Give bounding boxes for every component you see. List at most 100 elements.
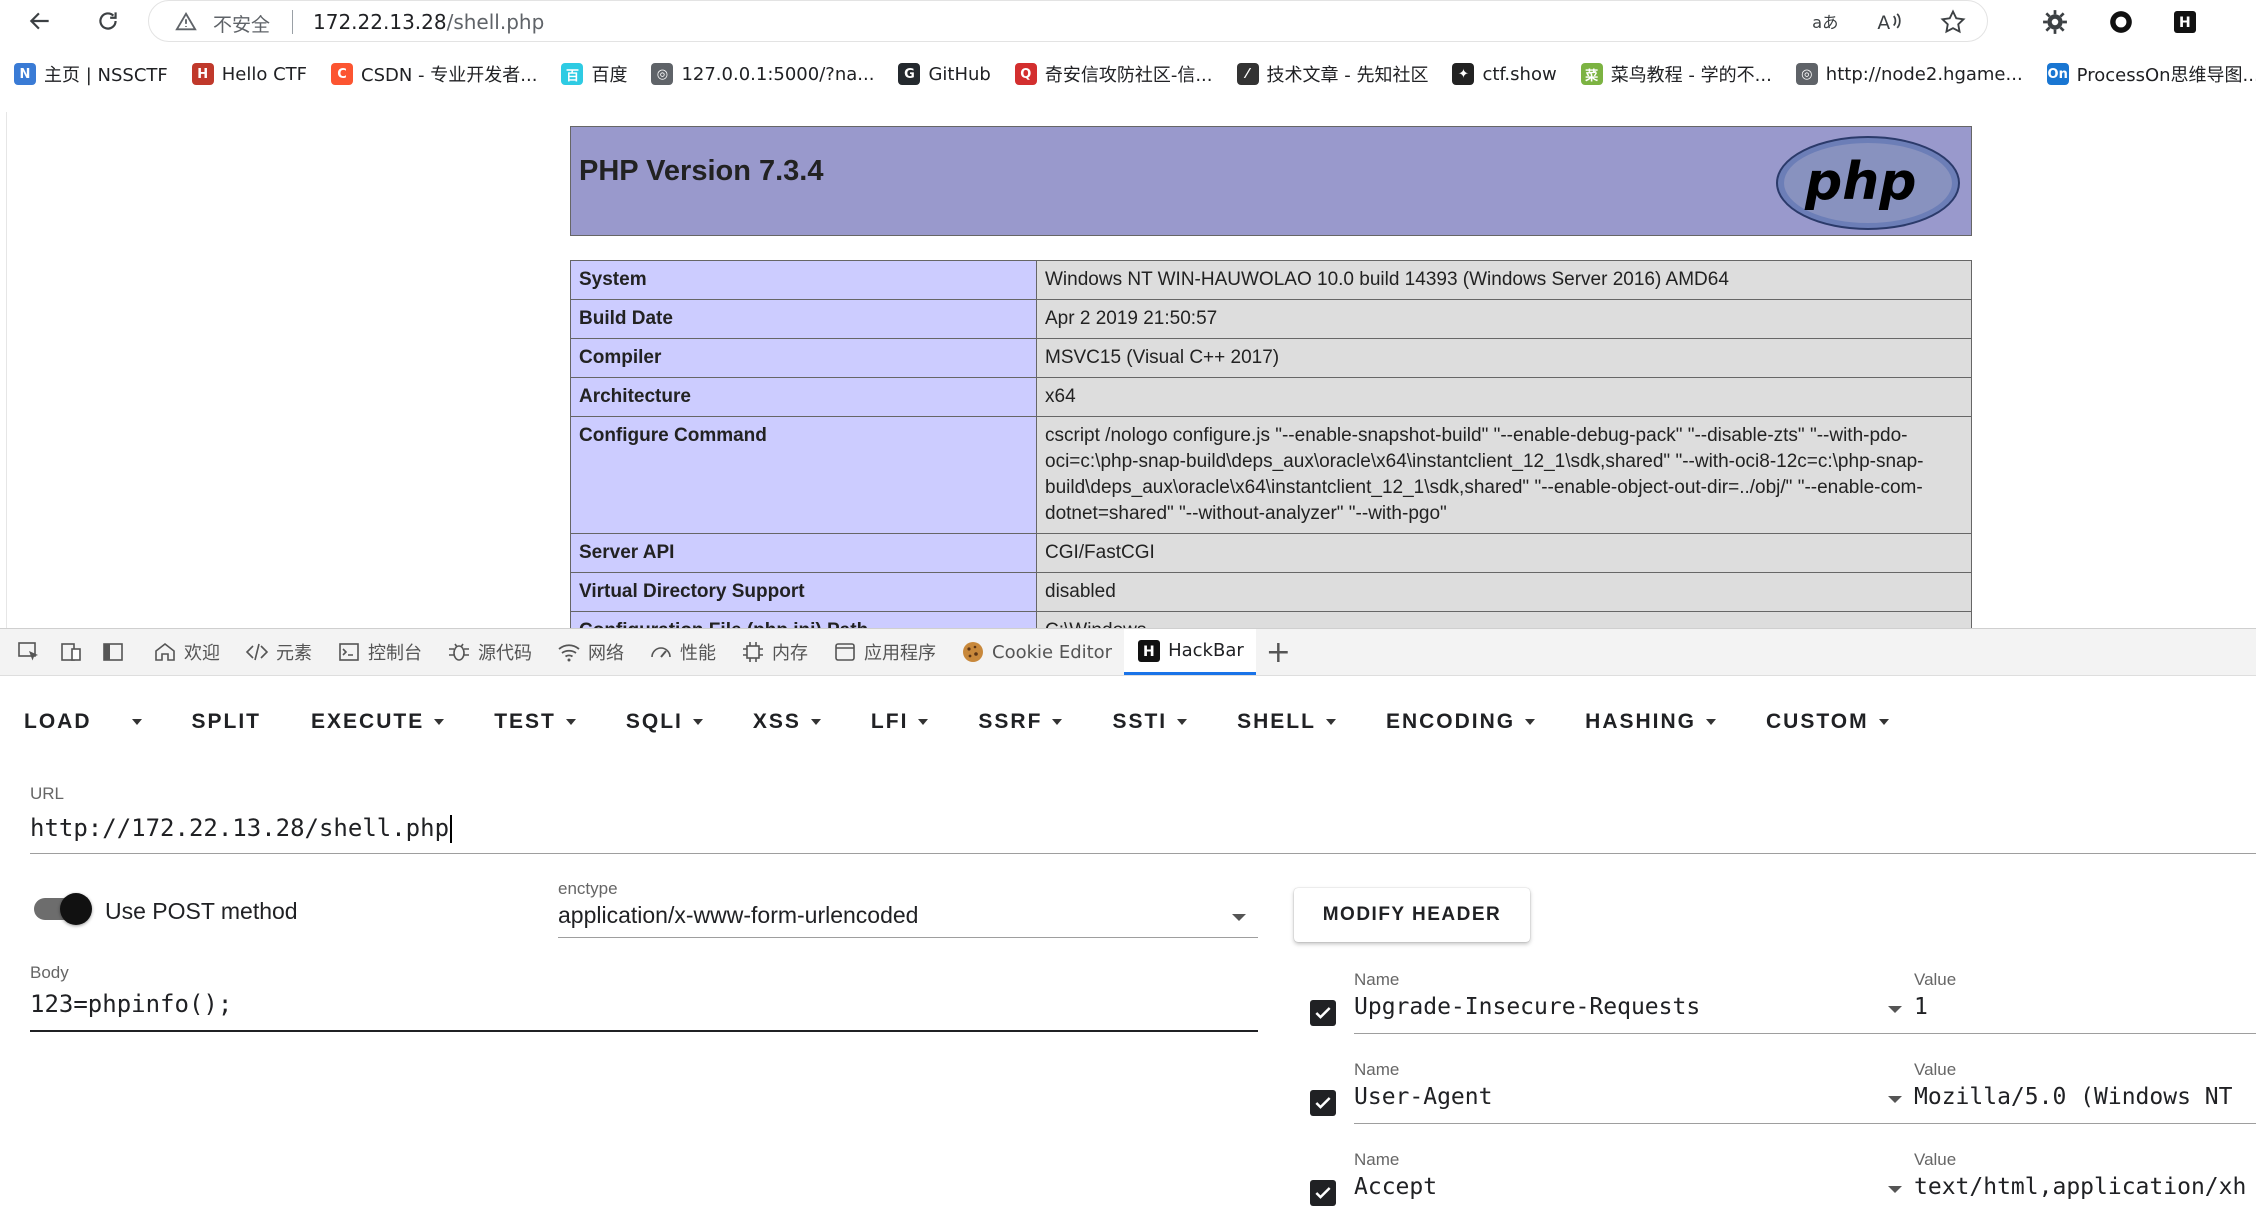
load-button[interactable]: LOAD	[24, 710, 92, 734]
bookmark-label: http://node2.hgame...	[1825, 63, 2023, 85]
arrow-left-icon	[29, 12, 49, 30]
check-icon	[1315, 1097, 1331, 1109]
header-enabled-checkbox[interactable]	[1310, 1180, 1336, 1206]
address-bar[interactable]: 不安全 172.22.13.28/shell.php aあ A	[148, 0, 1988, 42]
devtools-tab[interactable]: 性能	[636, 629, 728, 675]
globe-icon: ◎	[1795, 63, 1818, 85]
header-name-select[interactable]: User-Agent	[1354, 1084, 1914, 1124]
devtools-tab[interactable]: Cookie Editor	[948, 629, 1124, 675]
caret-down-icon	[565, 719, 576, 725]
xianzhi-icon: ⁄	[1236, 63, 1259, 85]
bookmark-item[interactable]: On ProcessOn思维导图...	[2046, 61, 2256, 87]
load-dropdown-icon[interactable]	[131, 719, 142, 725]
hackbar-extension-icon: H	[2174, 11, 2196, 33]
devtools-tab-label: Cookie Editor	[992, 641, 1113, 663]
phpinfo-key: Server API	[570, 533, 1037, 573]
hackbar-menu-item[interactable]: SSRF	[978, 710, 1063, 734]
header-enabled-checkbox[interactable]	[1310, 1090, 1336, 1116]
devtools-tab[interactable]: 控制台	[324, 629, 434, 675]
header-name-value: User-Agent	[1354, 1084, 1493, 1110]
devtools-tab[interactable]: 源代码	[434, 629, 544, 675]
back-button[interactable]	[22, 3, 58, 39]
circle-extension-icon	[2110, 11, 2132, 33]
dock-side-button[interactable]	[98, 637, 128, 667]
php-logo[interactable]: php	[1775, 135, 1961, 231]
hackbar-menu-item[interactable]: SHELL	[1237, 710, 1336, 734]
body-input[interactable]: 123=phpinfo();	[30, 990, 1258, 1032]
url-input[interactable]: http://172.22.13.28/shell.php	[30, 810, 2256, 854]
chevron-down-icon	[1888, 1096, 1902, 1103]
header-name-value: Accept	[1354, 1174, 1438, 1200]
table-row: Configuration File (php.ini) PathC:\Wind…	[570, 611, 1972, 628]
bookmark-item[interactable]: ◎ http://node2.hgame...	[1795, 63, 2023, 85]
bookmark-item[interactable]: ✦ ctf.show	[1452, 63, 1557, 85]
header-enabled-checkbox[interactable]	[1310, 1000, 1336, 1026]
url-input-value: http://172.22.13.28/shell.php	[30, 814, 450, 842]
check-icon	[1315, 1007, 1331, 1019]
bookmark-item[interactable]: H Hello CTF	[191, 63, 307, 85]
hackbar-menu-item[interactable]: EXECUTE	[311, 710, 445, 734]
header-value-input[interactable]: text/html,application/xh	[1914, 1174, 2256, 1212]
caret-down-icon	[1325, 719, 1336, 725]
toggle-knob[interactable]	[60, 893, 92, 925]
extension-gear-button[interactable]	[2040, 7, 2070, 37]
bookmark-item[interactable]: Q 奇安信攻防社区-信...	[1014, 61, 1213, 87]
bookmark-item[interactable]: G GitHub	[898, 63, 991, 85]
bookmark-item[interactable]: 菜菜鸟教程 - 学的不...	[1580, 61, 1772, 87]
devtools-tab-label: 性能	[680, 643, 716, 664]
devtools-tab-label: 网络	[588, 643, 624, 664]
header-value-input[interactable]: Mozilla/5.0 (Windows NT	[1914, 1084, 2256, 1124]
devtools-tab-label: 应用程序	[864, 643, 936, 664]
header-name-value: Upgrade-Insecure-Requests	[1354, 994, 1701, 1020]
bookmark-item[interactable]: 百百度	[561, 61, 627, 87]
plus-icon[interactable]: +	[1266, 635, 1291, 670]
hackbar-menu-item[interactable]: XSS	[753, 710, 821, 734]
warning-icon	[175, 11, 197, 31]
phpinfo-value: Apr 2 2019 21:50:57	[1036, 299, 1972, 339]
devtools-tab[interactable]: 网络	[544, 629, 636, 675]
devtools-tab[interactable]: 欢迎	[140, 629, 232, 675]
bookmark-item[interactable]: C CSDN - 专业开发者...	[331, 61, 537, 87]
bookmark-item[interactable]: ⁄ 技术文章 - 先知社区	[1236, 61, 1428, 87]
star-icon[interactable]	[1939, 8, 1967, 36]
devtools-tab[interactable]: 应用程序	[820, 629, 948, 675]
hackbar-menu-item[interactable]: SSTI	[1112, 710, 1188, 734]
device-emulation-button[interactable]	[56, 637, 86, 667]
hackbar-menu-item[interactable]: TEST	[494, 710, 576, 734]
post-method-label: Use POST method	[105, 898, 298, 924]
header-name-select[interactable]: Upgrade-Insecure-Requests	[1354, 994, 1914, 1034]
code-icon	[244, 639, 270, 665]
extension-circle-button[interactable]	[2106, 7, 2136, 37]
runoob-icon: 菜	[1580, 63, 1603, 85]
console-icon	[336, 639, 362, 665]
devtools-tab[interactable]: 元素	[232, 629, 324, 675]
modify-header-button[interactable]: MODIFY HEADER	[1294, 888, 1530, 942]
header-name-label: Name	[1354, 1150, 1400, 1169]
bookmark-item[interactable]: N 主页 | NSSCTF	[14, 61, 168, 87]
hackbar-menu-item[interactable]: SPLIT	[192, 710, 262, 734]
hackbar-menu-item[interactable]: ENCODING	[1386, 710, 1536, 734]
device-icon	[61, 643, 81, 661]
svg-text:aあ: aあ	[1812, 13, 1838, 32]
header-value-input[interactable]: 1	[1914, 994, 2256, 1034]
devtools-tab[interactable]: H HackBar	[1124, 629, 1256, 675]
gear-icon	[2043, 10, 2067, 34]
enctype-select[interactable]: application/x-www-form-urlencoded	[558, 902, 1258, 938]
body-label: Body	[30, 963, 69, 982]
header-name-select[interactable]: Accept	[1354, 1174, 1914, 1212]
phpinfo-value: disabled	[1036, 572, 1972, 612]
bookmark-item[interactable]: ◎ 127.0.0.1:5000/?na...	[651, 63, 874, 85]
inspect-element-button[interactable]	[14, 637, 44, 667]
post-method-toggle[interactable]	[34, 893, 92, 925]
extension-hackbar-button[interactable]: H	[2170, 7, 2200, 37]
devtools-tab[interactable]: 内存	[728, 629, 820, 675]
translate-icon[interactable]: aあ	[1811, 8, 1839, 36]
hackbar-menu-item[interactable]: CUSTOM	[1766, 710, 1889, 734]
hackbar-menu-item[interactable]: HASHING	[1585, 710, 1716, 734]
read-aloud-icon[interactable]: A	[1875, 8, 1903, 36]
reload-button[interactable]	[90, 3, 126, 39]
address-url[interactable]: 172.22.13.28/shell.php	[313, 10, 544, 34]
phpinfo-key: System	[570, 260, 1037, 300]
hackbar-menu-item[interactable]: LFI	[871, 710, 929, 734]
hackbar-menu-item[interactable]: SQLI	[626, 710, 703, 734]
